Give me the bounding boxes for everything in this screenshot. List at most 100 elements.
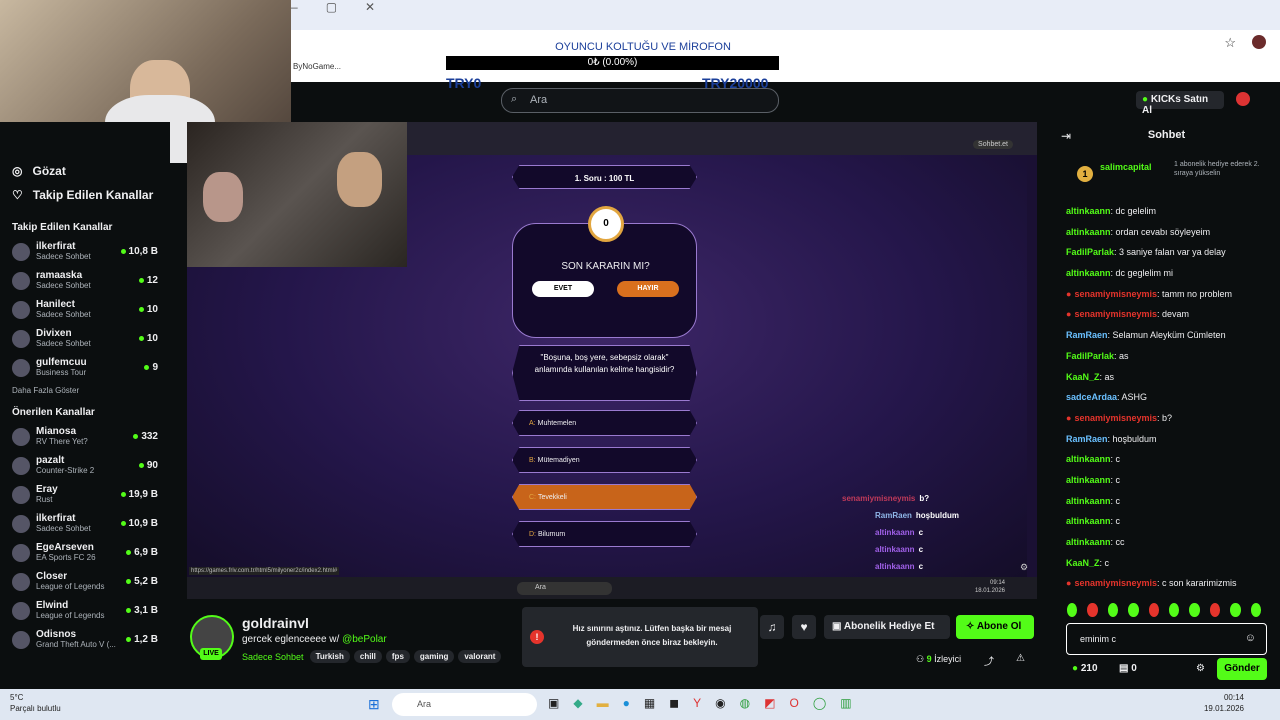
edge-icon[interactable]: ● <box>623 696 630 710</box>
tag-chip[interactable]: gaming <box>413 650 455 663</box>
share-icon[interactable]: ⤴ <box>984 653 994 668</box>
app-icon[interactable]: ◩ <box>764 696 775 710</box>
yes-button[interactable]: EVET <box>532 281 594 297</box>
app-icon[interactable]: ◉ <box>715 696 725 710</box>
chat-username[interactable]: senamiymisneymis <box>1074 578 1157 588</box>
sidebar-channel[interactable]: pazalt Counter-Strike 2 90 <box>0 451 170 480</box>
taskbar-search[interactable]: Ara <box>392 693 537 716</box>
sidebar-channel[interactable]: Closer League of Legends 5,2 B <box>0 567 170 596</box>
subscribe-button[interactable]: ✧ Abone Ol <box>956 615 1034 639</box>
sidebar-channel[interactable]: Divixen Sadece Sohbet 10 <box>0 324 170 353</box>
emote-icon[interactable] <box>1087 603 1098 617</box>
chat-username[interactable]: sadceArdaa <box>1066 392 1117 402</box>
chrome-icon[interactable]: ◍ <box>740 696 750 710</box>
send-button[interactable]: Gönder <box>1217 658 1267 680</box>
emote-icon[interactable] <box>1067 603 1078 617</box>
sidebar-channel[interactable]: Elwind League of Legends 3,1 B <box>0 596 170 625</box>
close-icon[interactable]: ✕ <box>365 0 375 14</box>
pinned-gift-bar[interactable]: 1 salimcapital 1 abonelik hediye ederek … <box>1053 158 1280 194</box>
chat-settings-icon[interactable]: ⚙ <box>1196 663 1205 674</box>
chat-username[interactable]: altinkaann <box>1066 475 1111 485</box>
yandex-icon[interactable]: Y <box>693 696 701 710</box>
chat-username[interactable]: KaaN_Z <box>1066 372 1100 382</box>
sidebar-channel[interactable]: ilkerfirat Sadece Sohbet 10,9 B <box>0 509 170 538</box>
chat-username[interactable]: senamiymisneymis <box>1074 309 1157 319</box>
chat-input[interactable]: eminim c ☺ <box>1066 623 1267 655</box>
answer-key: A: <box>529 420 536 427</box>
answer-option[interactable]: D: Bilumum <box>512 521 697 547</box>
sidebar-channel[interactable]: gulfemcuu Business Tour 9 <box>0 353 170 382</box>
chat-username[interactable]: altinkaann <box>1066 454 1111 464</box>
chat-username[interactable]: RamRaen <box>1066 434 1108 444</box>
chat-username[interactable]: altinkaann <box>1066 516 1111 526</box>
user-avatar[interactable] <box>1236 92 1250 106</box>
sidebar-browse[interactable]: ◎ Gözat <box>0 160 170 182</box>
sidebar-channel[interactable]: Mianosa RV There Yet? 332 <box>0 422 170 451</box>
stream-title-mention[interactable]: @bePolar <box>342 634 387 645</box>
chat-username[interactable]: RamRaen <box>1066 330 1108 340</box>
window-controls[interactable]: – ▢ ✕ <box>291 0 1280 14</box>
emote-icon[interactable] <box>1209 603 1221 617</box>
emote-icon[interactable] <box>1250 603 1262 617</box>
no-button[interactable]: HAYIR <box>617 281 679 297</box>
emote-icon[interactable] <box>1107 603 1119 617</box>
kicks-balance-value: 210 <box>1080 663 1098 674</box>
chat-username[interactable]: senamiymisneymis <box>1074 413 1157 423</box>
whatsapp-icon[interactable]: ◯ <box>813 696 826 710</box>
tag-chip[interactable]: fps <box>385 650 410 663</box>
sidebar-channel[interactable]: Hanilect Sadece Sohbet 10 <box>0 295 170 324</box>
store-icon[interactable]: ▦ <box>644 696 655 710</box>
answer-option[interactable]: B: Mütemadiyen <box>512 447 697 473</box>
sidebar-channel[interactable]: ilkerfirat Sadece Sohbet 10,8 B <box>0 237 170 266</box>
chat-username[interactable]: FadilParlak <box>1066 247 1114 257</box>
maximize-icon[interactable]: ▢ <box>326 0 337 14</box>
emote-icon[interactable] <box>1230 603 1241 617</box>
settings-icon[interactable]: ⚙ <box>1020 562 1028 573</box>
avatar[interactable] <box>1252 35 1266 49</box>
sidebar-channel[interactable]: Odisnos Grand Theft Auto V (... 1,2 B <box>0 625 170 654</box>
emote-icon[interactable] <box>1128 603 1139 617</box>
answer-option[interactable]: C: Tevekkeli <box>512 484 697 510</box>
chat-username[interactable]: KaaN_Z <box>1066 558 1100 568</box>
emote-icon[interactable] <box>1169 603 1180 617</box>
chat-username[interactable]: senamiymisneymis <box>1074 289 1157 299</box>
app-icon[interactable]: ◼ <box>669 696 679 710</box>
subscribe-label: Abone Ol <box>976 621 1022 632</box>
app-icon[interactable]: ◆ <box>573 696 582 710</box>
sidebar-channel[interactable]: ramaaska Sadece Sohbet 12 <box>0 266 170 295</box>
chat-username[interactable]: altinkaann <box>1066 537 1111 547</box>
chat-username[interactable]: altinkaann <box>1066 206 1111 216</box>
tag-chip[interactable]: chill <box>353 650 382 663</box>
points-balance[interactable]: ▤ 0 <box>1119 663 1137 674</box>
chat-username[interactable]: altinkaann <box>1066 268 1111 278</box>
chat-username[interactable]: altinkaann <box>1066 496 1111 506</box>
search-input[interactable]: ⌕ Ara <box>501 88 779 113</box>
sidebar-following[interactable]: ♡ Takip Edilen Kanallar <box>0 182 170 208</box>
kicks-balance[interactable]: ● 210 <box>1072 663 1098 674</box>
app-icon[interactable]: ▥ <box>840 696 851 710</box>
report-icon[interactable]: ⚠ <box>1016 653 1025 664</box>
tag-chip[interactable]: Turkish <box>309 650 350 663</box>
chat-username[interactable]: altinkaann <box>1066 227 1111 237</box>
buy-kicks-button[interactable]: ● KICKs Satın Al <box>1136 91 1224 116</box>
sidebar-channel[interactable]: Eray Rust 19,9 B <box>0 480 170 509</box>
show-more-link[interactable]: Daha Fazla Göster <box>0 382 170 399</box>
gift-sub-button[interactable]: ▣ Abonelik Hediye Et <box>824 615 950 639</box>
start-icon[interactable]: ⊞ <box>368 696 380 713</box>
emote-icon[interactable] <box>1148 603 1160 617</box>
answer-option[interactable]: A: Muhtemelen <box>512 410 697 436</box>
emoji-icon[interactable]: ☺ <box>1245 632 1256 644</box>
channel-name[interactable]: goldrainvl <box>242 615 309 631</box>
star-icon[interactable]: ☆ <box>1224 35 1236 51</box>
category-link[interactable]: Sadece Sohbet <box>242 652 304 662</box>
minimize-icon[interactable]: – <box>291 0 298 14</box>
emote-icon[interactable] <box>1189 603 1200 617</box>
tag-chip[interactable]: valorant <box>458 650 502 663</box>
notification-bell-button[interactable]: ♫ <box>760 615 784 639</box>
sidebar-channel[interactable]: EgeArseven EA Sports FC 26 6,9 B <box>0 538 170 567</box>
taskview-icon[interactable]: ▣ <box>548 696 559 710</box>
folder-icon[interactable]: ▬ <box>597 696 609 710</box>
opera-icon[interactable]: O <box>789 696 798 710</box>
chat-username[interactable]: FadilParlak <box>1066 351 1114 361</box>
follow-button[interactable]: ♥ <box>792 615 816 639</box>
